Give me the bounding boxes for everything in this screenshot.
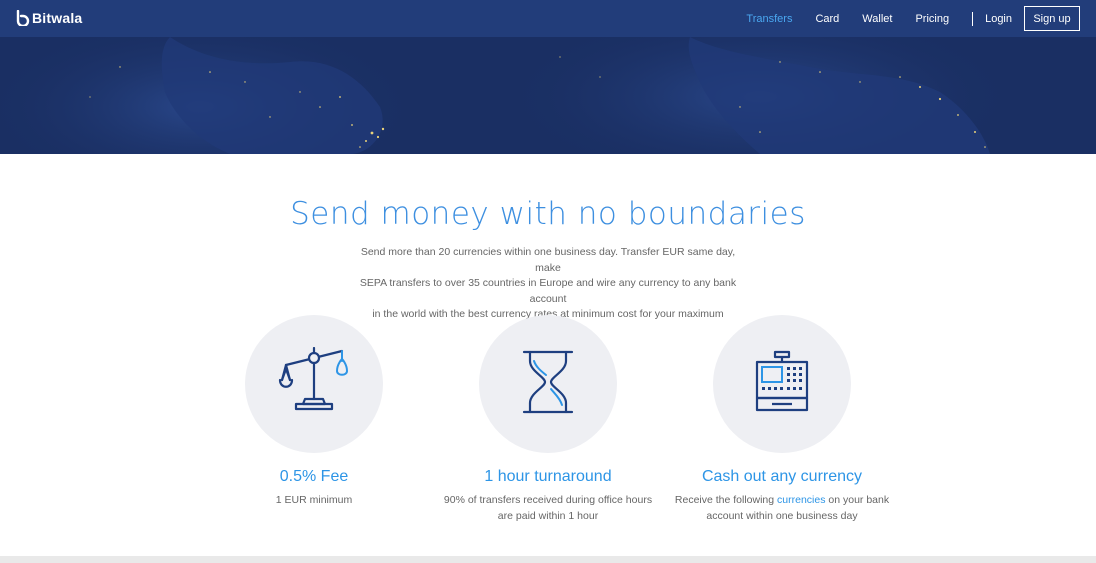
nav-wallet[interactable]: Wallet (862, 13, 892, 25)
nav-pricing[interactable]: Pricing (915, 13, 949, 25)
brand-logo[interactable]: Bitwala (16, 9, 83, 28)
brand-name: Bitwala (32, 10, 83, 26)
feature-desc-line: 1 EUR minimum (275, 494, 353, 506)
hourglass-icon (520, 349, 576, 420)
nav-card[interactable]: Card (815, 13, 839, 25)
feature-desc-line: 90% of transfers received during office … (443, 494, 653, 506)
intro-line-1: Send more than 20 currencies within one … (360, 246, 736, 274)
feature-desc-prefix: Receive the following (674, 494, 778, 506)
login-link[interactable]: Login (985, 13, 1012, 25)
feature-desc-suffix: on your bank (825, 494, 890, 506)
balance-scale-icon (274, 346, 354, 422)
currencies-link[interactable]: currencies (777, 494, 825, 506)
feature-turnaround: 1 hour turnaround 90% of transfers recei… (438, 315, 658, 524)
feature-title: Cash out any currency (701, 468, 863, 485)
feature-desc-line: account within one business day (706, 510, 858, 522)
main-nav: Transfers Card Wallet Pricing Login Sign… (723, 0, 1080, 37)
feature-description: 1 EUR minimum (204, 492, 424, 508)
feature-title: 0.5% Fee (279, 468, 349, 485)
feature-icon-circle (245, 315, 383, 453)
cash-register-icon (754, 350, 810, 419)
feature-icon-circle (479, 315, 617, 453)
feature-desc-line: are paid within 1 hour (497, 510, 599, 522)
page-title: Send money with no boundaries (290, 196, 806, 232)
feature-description: 90% of transfers received during office … (438, 492, 658, 524)
feature-fee: 0.5% Fee 1 EUR minimum (204, 315, 424, 508)
nav-divider (972, 11, 974, 26)
bitwala-logo-icon (16, 9, 30, 28)
top-navbar: Bitwala Transfers Card Wallet Pricing Lo… (0, 0, 1096, 37)
intro-line-2: SEPA transfers to over 35 countries in E… (359, 277, 737, 305)
feature-description: Receive the following currencies on your… (672, 492, 892, 524)
feature-icon-circle (713, 315, 851, 453)
nav-transfers[interactable]: Transfers (746, 13, 792, 25)
hero-earth-image (0, 37, 1096, 154)
signup-button[interactable]: Sign up (1024, 6, 1080, 31)
feature-cash-out: Cash out any currency Receive the follow… (672, 315, 892, 524)
section-divider (0, 556, 1096, 563)
feature-title: 1 hour turnaround (484, 468, 612, 485)
